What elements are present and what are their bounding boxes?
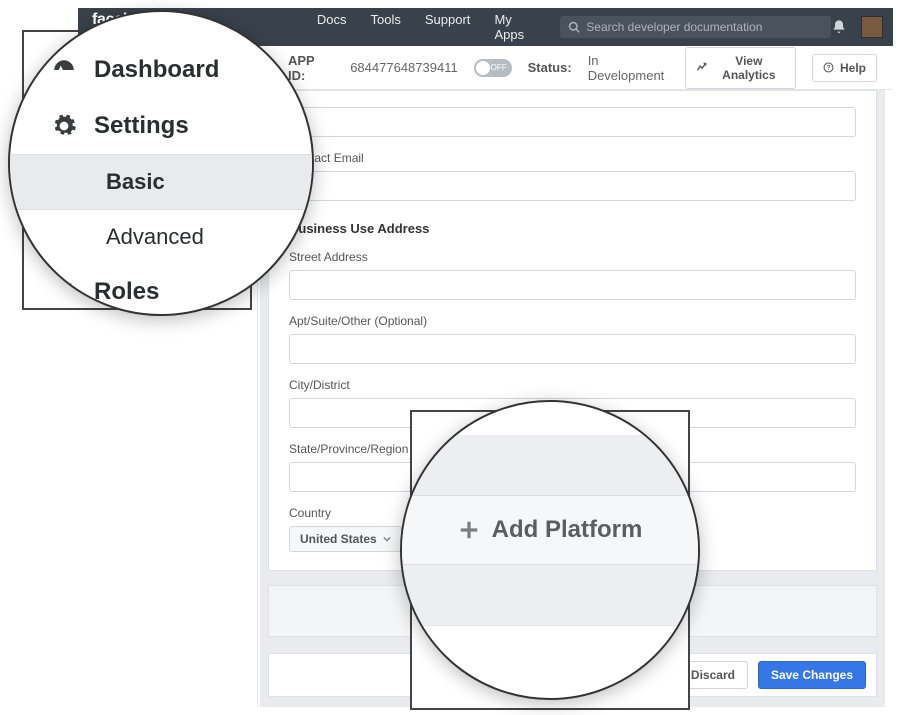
sidebar-advanced-label: Advanced bbox=[106, 224, 204, 249]
street-input[interactable] bbox=[289, 270, 856, 300]
lens2-above bbox=[402, 435, 698, 495]
city-label: City/District bbox=[289, 378, 856, 392]
field-unnamed-top bbox=[289, 107, 856, 137]
gear-icon bbox=[50, 112, 78, 140]
status-value: In Development bbox=[588, 53, 669, 83]
add-platform-zoom[interactable]: Add Platform bbox=[402, 495, 698, 565]
contact-email-label: Contact Email bbox=[289, 151, 856, 165]
input-unnamed-top[interactable] bbox=[289, 107, 856, 137]
gauge-icon bbox=[50, 56, 78, 84]
status-toggle[interactable]: OFF bbox=[474, 59, 512, 77]
nav-docs[interactable]: Docs bbox=[317, 12, 347, 42]
help-button[interactable]: ? Help bbox=[812, 54, 877, 82]
nav-support[interactable]: Support bbox=[425, 12, 471, 42]
svg-text:?: ? bbox=[827, 65, 831, 72]
nav-tools[interactable]: Tools bbox=[371, 12, 401, 42]
help-label: Help bbox=[840, 61, 866, 75]
sidebar-sub-basic[interactable]: Basic bbox=[10, 154, 312, 210]
save-button[interactable]: Save Changes bbox=[758, 661, 866, 689]
sidebar-magnifier: Dashboard Settings Basic Advanced Roles bbox=[8, 10, 314, 316]
field-contact-email: Contact Email bbox=[289, 151, 856, 201]
apt-input[interactable] bbox=[289, 334, 856, 364]
plus-icon bbox=[458, 519, 480, 541]
field-street: Street Address bbox=[289, 250, 856, 300]
sidebar-dashboard-label: Dashboard bbox=[94, 56, 219, 84]
sidebar-sub-advanced[interactable]: Advanced bbox=[10, 210, 312, 264]
add-platform-magnifier: Add Platform bbox=[400, 400, 700, 700]
nav-myapps[interactable]: My Apps bbox=[494, 12, 536, 42]
status-label: Status: bbox=[528, 60, 572, 75]
toggle-text: OFF bbox=[491, 63, 507, 72]
search-input[interactable] bbox=[586, 20, 823, 34]
question-icon: ? bbox=[823, 62, 834, 73]
contact-email-input[interactable] bbox=[289, 171, 856, 201]
caret-down-icon bbox=[383, 535, 391, 543]
country-select[interactable]: United States bbox=[289, 526, 402, 552]
sidebar-basic-label: Basic bbox=[106, 169, 165, 194]
view-analytics-button[interactable]: View Analytics bbox=[685, 47, 796, 89]
nav-right bbox=[831, 16, 883, 38]
sidebar-settings-label: Settings bbox=[94, 112, 189, 140]
lens2-below bbox=[402, 565, 698, 625]
sidebar-roles-label: Roles bbox=[94, 278, 159, 306]
sidebar-item-settings[interactable]: Settings bbox=[10, 98, 312, 154]
business-address-title: Business Use Address bbox=[289, 221, 856, 236]
bell-icon[interactable] bbox=[831, 19, 847, 35]
country-value: United States bbox=[300, 532, 377, 546]
nav-links: Docs Tools Support My Apps bbox=[317, 12, 536, 42]
avatar[interactable] bbox=[861, 16, 883, 38]
add-platform-zoom-label: Add Platform bbox=[492, 516, 643, 544]
appid-label: APP ID: bbox=[288, 53, 330, 83]
chart-icon bbox=[696, 62, 707, 73]
search-box[interactable] bbox=[560, 16, 831, 38]
search-icon bbox=[568, 21, 580, 33]
appid-value: 684477648739411 bbox=[350, 60, 458, 75]
apt-label: Apt/Suite/Other (Optional) bbox=[289, 314, 856, 328]
field-apt: Apt/Suite/Other (Optional) bbox=[289, 314, 856, 364]
street-label: Street Address bbox=[289, 250, 856, 264]
view-analytics-label: View Analytics bbox=[713, 54, 785, 82]
